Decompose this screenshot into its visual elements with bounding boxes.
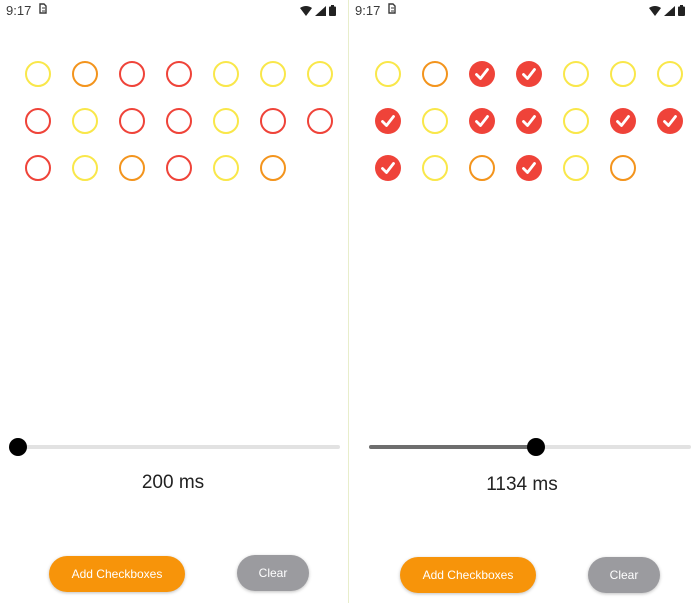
checkmark-icon	[663, 115, 677, 127]
checkbox[interactable]	[213, 61, 239, 87]
checkbox[interactable]	[422, 61, 448, 87]
checkbox[interactable]	[166, 108, 192, 134]
checkbox-checked[interactable]	[516, 155, 542, 181]
checkbox[interactable]	[119, 108, 145, 134]
duration-slider[interactable]	[369, 438, 691, 456]
checkbox[interactable]	[25, 108, 51, 134]
checkbox[interactable]	[72, 108, 98, 134]
slider-fill	[369, 445, 537, 449]
battery-icon	[678, 4, 685, 19]
checkmark-icon	[522, 68, 536, 80]
checkbox[interactable]	[563, 155, 589, 181]
duration-value: 1134 ms	[486, 474, 558, 495]
slider-thumb[interactable]	[9, 438, 27, 456]
checkbox[interactable]	[307, 108, 333, 134]
checkmark-icon	[475, 68, 489, 80]
add-checkboxes-button[interactable]: Add Checkboxes	[49, 556, 185, 592]
checkbox[interactable]	[469, 155, 495, 181]
screen-left: 9:17 200 ms Add Checkboxes Clear	[0, 0, 346, 603]
wifi-icon	[649, 4, 661, 19]
status-bar: 9:17	[349, 0, 694, 22]
checkbox[interactable]	[213, 155, 239, 181]
checkbox[interactable]	[260, 155, 286, 181]
checkbox[interactable]	[260, 108, 286, 134]
checkbox[interactable]	[72, 61, 98, 87]
checkmark-icon	[616, 115, 630, 127]
checkbox[interactable]	[610, 155, 636, 181]
checkbox[interactable]	[563, 108, 589, 134]
status-time: 9:17	[6, 3, 32, 18]
checkbox[interactable]	[25, 61, 51, 87]
checkbox[interactable]	[563, 61, 589, 87]
checkbox[interactable]	[72, 155, 98, 181]
screen-right: 9:17 1134 ms Add Checkboxes Clear	[348, 0, 694, 603]
battery-icon	[329, 4, 336, 19]
checkmark-icon	[381, 162, 395, 174]
checkbox[interactable]	[422, 155, 448, 181]
clear-button[interactable]: Clear	[588, 557, 660, 593]
checkbox[interactable]	[25, 155, 51, 181]
wifi-icon	[300, 4, 312, 19]
sim-card-icon	[387, 3, 397, 18]
checkbox-checked[interactable]	[375, 155, 401, 181]
status-time: 9:17	[355, 3, 381, 18]
add-checkboxes-button[interactable]: Add Checkboxes	[400, 557, 536, 593]
checkmark-icon	[381, 115, 395, 127]
checkbox-checked[interactable]	[469, 61, 495, 87]
checkbox[interactable]	[166, 61, 192, 87]
duration-value: 200 ms	[141, 472, 205, 493]
checkbox[interactable]	[119, 61, 145, 87]
checkbox[interactable]	[213, 108, 239, 134]
checkbox-checked[interactable]	[610, 108, 636, 134]
checkmark-icon	[522, 162, 536, 174]
checkbox[interactable]	[610, 61, 636, 87]
status-bar: 9:17	[0, 0, 346, 22]
checkmark-icon	[522, 115, 536, 127]
clear-button[interactable]: Clear	[237, 555, 309, 591]
checkbox[interactable]	[166, 155, 192, 181]
checkbox[interactable]	[260, 61, 286, 87]
signal-icon	[664, 4, 675, 19]
signal-icon	[315, 4, 326, 19]
duration-slider[interactable]	[9, 438, 340, 456]
checkbox[interactable]	[307, 61, 333, 87]
checkbox-checked[interactable]	[516, 61, 542, 87]
checkmark-icon	[475, 115, 489, 127]
checkbox-checked[interactable]	[657, 108, 683, 134]
checkbox[interactable]	[119, 155, 145, 181]
checkbox[interactable]	[375, 61, 401, 87]
checkbox-checked[interactable]	[375, 108, 401, 134]
checkbox[interactable]	[657, 61, 683, 87]
sim-card-icon	[38, 3, 48, 18]
slider-thumb[interactable]	[527, 438, 546, 456]
checkbox-checked[interactable]	[469, 108, 495, 134]
checkbox-checked[interactable]	[516, 108, 542, 134]
checkbox[interactable]	[422, 108, 448, 134]
